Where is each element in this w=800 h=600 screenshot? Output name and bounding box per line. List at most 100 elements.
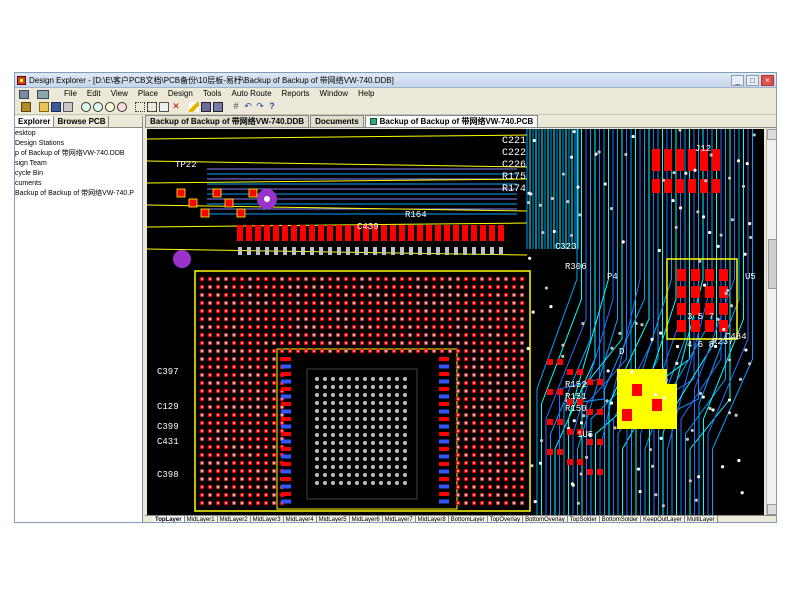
zoom-in-icon[interactable] — [81, 102, 91, 112]
via-hole — [497, 350, 499, 352]
menu-edit[interactable]: Edit — [82, 88, 106, 100]
via-hole — [579, 421, 584, 425]
layer-tab-multilayer[interactable]: MultiLayer — [684, 516, 718, 522]
via-hole — [449, 326, 451, 328]
layer-tab-midlayer5[interactable]: MidLayer5 — [316, 516, 350, 522]
via-hole — [241, 382, 243, 384]
explorer-menu-icon[interactable] — [37, 89, 49, 99]
zoom-out-icon[interactable] — [93, 102, 103, 112]
via-hole — [716, 244, 720, 248]
hash-grid-icon[interactable]: # — [231, 102, 241, 112]
pcb-canvas[interactable]: C221 C222 C226 R175 R174 TP22 R164 C397 C129 C399… — [147, 129, 764, 515]
layer-tab-topsolder[interactable]: TopSolder — [567, 516, 600, 522]
help-icon[interactable]: ? — [267, 102, 277, 112]
menu-window[interactable]: Window — [315, 88, 353, 100]
undo-icon[interactable]: ↶ — [243, 102, 253, 112]
via-hole — [257, 302, 259, 304]
menu-file[interactable]: File — [59, 88, 82, 100]
tree-item-pcb[interactable]: Backup of Backup of 带网络VW-740.P — [15, 189, 142, 199]
bga-ball — [363, 425, 367, 429]
layer-tab-toplayer[interactable]: TopLayer — [153, 516, 185, 522]
cross-icon[interactable]: ✕ — [171, 102, 181, 112]
minimize-button[interactable]: _ — [731, 75, 744, 86]
layer-tab-midlayer8[interactable]: MidLayer8 — [415, 516, 449, 522]
redo-icon[interactable]: ↷ — [255, 102, 265, 112]
via-hole — [217, 478, 219, 480]
bga-ball — [347, 473, 351, 477]
layer-tab-midlayer1[interactable]: MidLayer1 — [184, 516, 218, 522]
via-hole — [650, 337, 654, 341]
via-hole — [544, 286, 549, 290]
via-hole — [233, 390, 235, 392]
document-menu-icon[interactable] — [19, 89, 29, 99]
via-hole — [305, 278, 307, 280]
via-hole — [393, 310, 395, 312]
layer-tab-bottomlayer[interactable]: BottomLayer — [448, 516, 488, 522]
via-hole — [521, 502, 523, 504]
layer-tab-bottomoverlay[interactable]: BottomOverlay — [523, 516, 568, 522]
via-hole — [489, 486, 491, 488]
menu-help[interactable]: Help — [353, 88, 379, 100]
move-icon[interactable] — [159, 102, 169, 112]
menu-tools[interactable]: Tools — [198, 88, 227, 100]
layer-tab-midlayer2[interactable]: MidLayer2 — [217, 516, 251, 522]
menu-auto-route[interactable]: Auto Route — [227, 88, 277, 100]
layer-tab-bottomsolder[interactable]: BottomSolder — [599, 516, 642, 522]
tab-browse-pcb[interactable]: Browse PCB — [54, 116, 110, 127]
tree-item-documents[interactable]: cuments — [15, 179, 142, 189]
smd-pad — [248, 188, 258, 198]
doc-tab-ddb[interactable]: Backup of Backup of 带网络VW-740.DDB — [145, 115, 310, 127]
via-hole — [273, 382, 275, 384]
library-icon[interactable] — [213, 102, 223, 112]
scroll-up-arrow-icon[interactable] — [767, 129, 776, 140]
menu-design[interactable]: Design — [163, 88, 198, 100]
component-icon[interactable] — [201, 102, 211, 112]
doc-tab-documents[interactable]: Documents — [310, 115, 364, 127]
bga-ball — [395, 449, 399, 453]
scroll-down-arrow-icon[interactable] — [767, 504, 776, 515]
tree-item-desktop[interactable]: esktop — [15, 129, 142, 139]
bga-ball — [315, 449, 319, 453]
pin — [281, 447, 291, 451]
layer-tab-midlayer4[interactable]: MidLayer4 — [283, 516, 317, 522]
layer-tab-keepoutlayer[interactable]: KeepOutLayer — [641, 516, 685, 522]
close-button[interactable]: × — [761, 75, 774, 86]
layer-tab-midlayer7[interactable]: MidLayer7 — [382, 516, 416, 522]
tab-explorer[interactable]: Explorer — [15, 116, 55, 127]
print-icon[interactable] — [63, 102, 73, 112]
via-hole — [393, 278, 395, 280]
bga-ball — [323, 465, 327, 469]
via-hole — [393, 342, 395, 344]
tree-item-ddb[interactable]: p of Backup of 带网络VW-740.DDB — [15, 149, 142, 159]
pcb-label: 3 5 7 — [687, 312, 714, 322]
document-tabs: Backup of Backup of 带网络VW-740.DDB Docume… — [145, 115, 776, 128]
maximize-button[interactable]: □ — [746, 75, 759, 86]
via-hole — [249, 398, 251, 400]
zoom-fit-icon[interactable] — [117, 102, 127, 112]
via-hole — [305, 286, 307, 288]
layer-tab-midlayer6[interactable]: MidLayer6 — [349, 516, 383, 522]
tree-item-design-team[interactable]: sign Team — [15, 159, 142, 169]
layer-tab-midlayer3[interactable]: MidLayer3 — [250, 516, 284, 522]
scroll-thumb[interactable] — [768, 239, 776, 289]
via-hole — [345, 350, 347, 352]
pencil-icon[interactable] — [189, 102, 199, 112]
save-icon[interactable] — [51, 102, 61, 112]
menu-reports[interactable]: Reports — [277, 88, 315, 100]
grid-icon[interactable] — [135, 102, 145, 112]
menu-place[interactable]: Place — [133, 88, 163, 100]
via-hole — [465, 374, 467, 376]
vertical-scrollbar[interactable] — [766, 129, 776, 515]
open-folder-icon[interactable] — [39, 102, 49, 112]
tree-item-recycle-bin[interactable]: cycle Bin — [15, 169, 142, 179]
bga-ball — [363, 465, 367, 469]
via-hole — [233, 446, 235, 448]
zoom-area-icon[interactable] — [105, 102, 115, 112]
layer-tab-topoverlay[interactable]: TopOverlay — [487, 516, 524, 522]
tree-item-design-stations[interactable]: Design Stations — [15, 139, 142, 149]
select-icon[interactable] — [147, 102, 157, 112]
menu-view[interactable]: View — [106, 88, 133, 100]
doc-tab-pcb[interactable]: Backup of Backup of 带网络VW-740.PCB — [364, 115, 539, 127]
project-icon[interactable] — [21, 102, 31, 112]
via-hole — [481, 478, 483, 480]
